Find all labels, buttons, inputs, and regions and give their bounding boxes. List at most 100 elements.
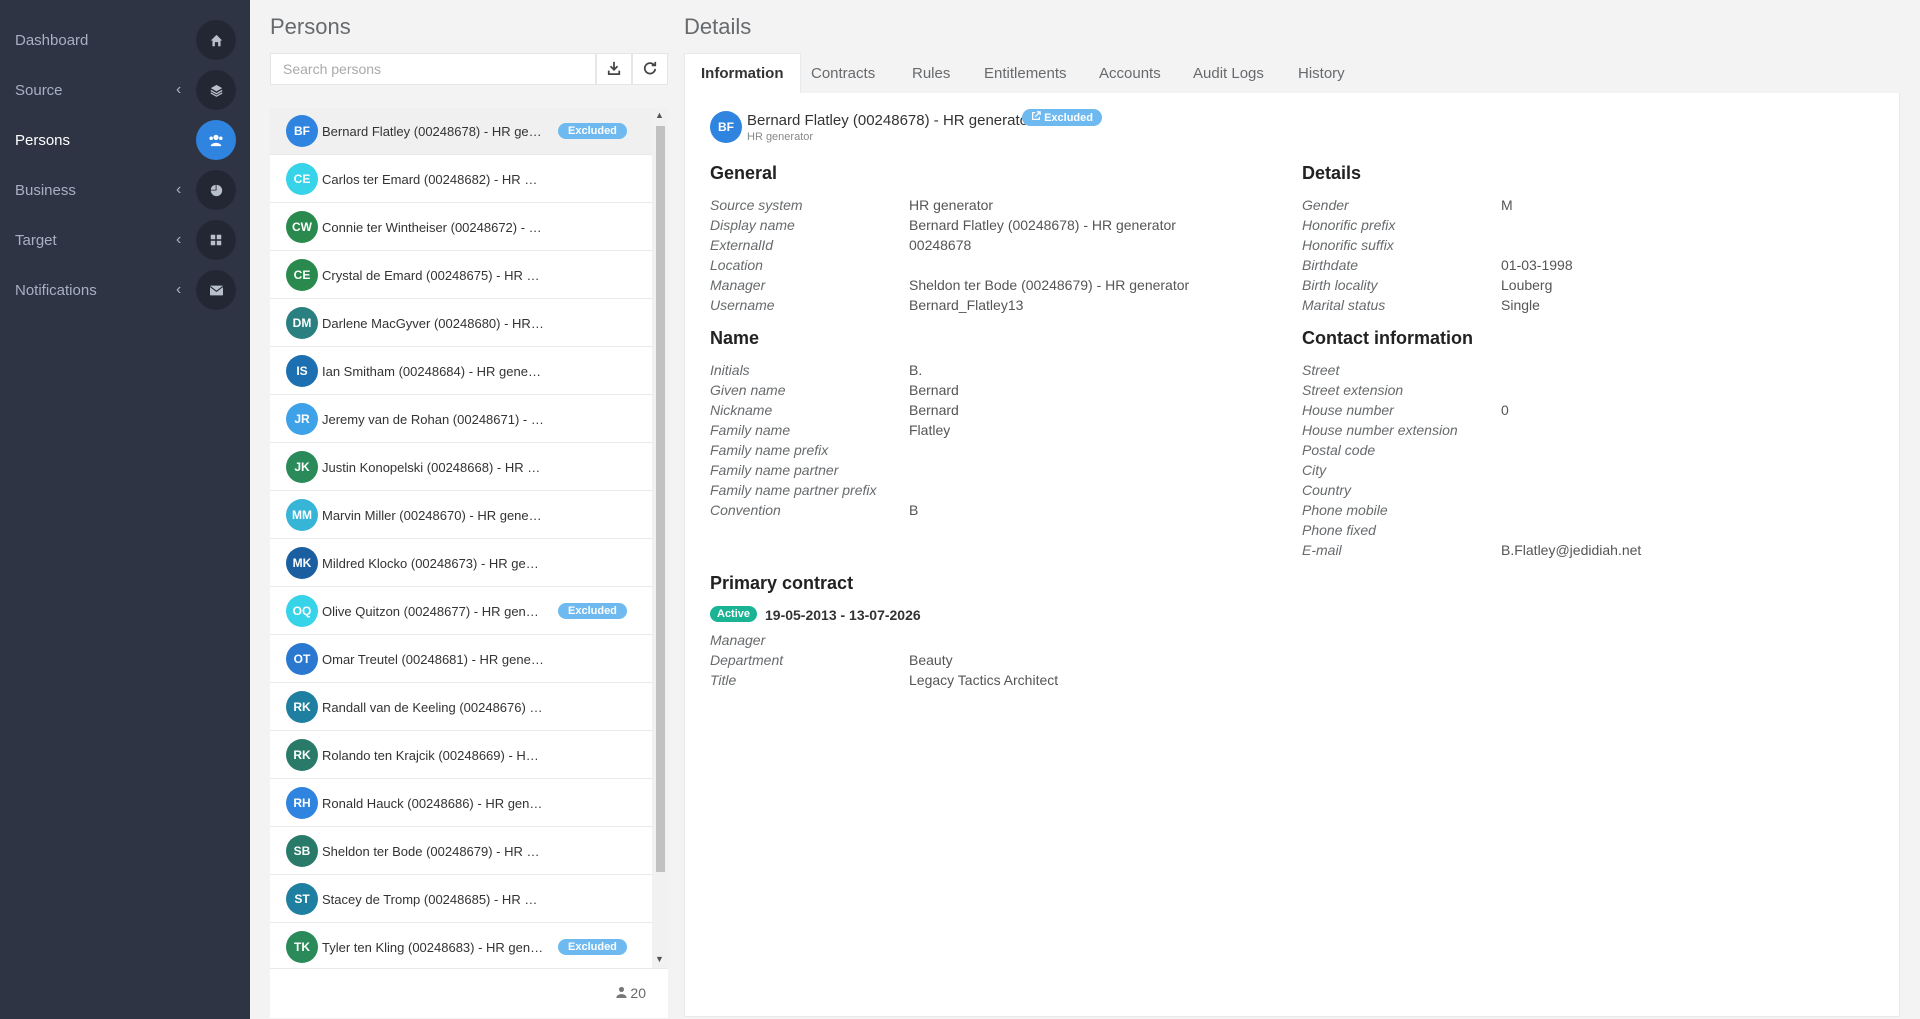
name-field-value: Bernard — [909, 402, 959, 418]
person-row[interactable]: CECrystal de Emard (00248675) - HR gener… — [270, 252, 652, 299]
person-row[interactable]: MM Marvin Miller (00248670) - HR generato… — [270, 492, 652, 539]
sidebar-item-notifications[interactable]: Notifications ‹ — [0, 265, 250, 315]
person-row[interactable]: IS Ian Smitham (00248684) - HR generator — [270, 348, 652, 395]
person-row[interactable]: MK Mildred Klocko (00248673) - HR generat… — [270, 540, 652, 587]
person-row[interactable]: RKRolando ten Krajcik (00248669) - HR ge… — [270, 732, 652, 779]
tab-rules[interactable]: Rules — [896, 53, 966, 94]
name-field-value: B. — [909, 362, 923, 378]
sidebar-item-business[interactable]: Business ‹ — [0, 165, 250, 215]
contract-dates: 19-05-2013 - 13-07-2026 — [765, 607, 921, 623]
person-name: Ian Smitham (00248684) - HR generator — [322, 363, 544, 379]
scroll-thumb[interactable] — [656, 126, 665, 872]
general-field-label: ExternalId — [710, 237, 774, 253]
name-field-label: Family name — [710, 422, 791, 438]
details-field-label: Honorific suffix — [1302, 237, 1394, 253]
person-name: Omar Treutel (00248681) - HR generator — [322, 651, 544, 667]
tab-contracts[interactable]: Contracts — [795, 53, 891, 94]
details-tabs: Information Contracts Rules Entitlements… — [684, 53, 1900, 95]
tab-history[interactable]: History — [1282, 53, 1361, 94]
avatar: OQ — [286, 595, 318, 627]
person-row[interactable]: JRJeremy van de Rohan (00248671) - HR ge… — [270, 396, 652, 443]
person-row[interactable]: TK Tyler ten Kling (00248683) - HR genera… — [270, 924, 652, 968]
contract-status-badge: Active — [710, 606, 758, 622]
person-name: Rolando ten Krajcik (00248669) - HR gene… — [322, 747, 544, 763]
avatar: ST — [286, 883, 318, 915]
avatar: CW — [286, 211, 318, 243]
avatar: DM — [286, 307, 318, 339]
person-row[interactable]: BFBernard Flatley (00248678) - HR genera… — [270, 108, 652, 155]
name-field-label: Nickname — [710, 402, 773, 418]
details-field-label: Marital status — [1302, 297, 1386, 313]
persons-list: BFBernard Flatley (00248678) - HR genera… — [270, 108, 652, 968]
scroll-down-arrow-icon[interactable]: ▼ — [655, 954, 664, 964]
details-field-value: 01-03-1998 — [1501, 257, 1573, 273]
avatar: JR — [286, 403, 318, 435]
general-field-value: 00248678 — [909, 237, 972, 253]
person-name: Crystal de Emard (00248675) - HR generat… — [322, 267, 544, 283]
tab-information[interactable]: Information — [684, 53, 801, 94]
chevron-left-icon: ‹ — [176, 281, 182, 298]
person-row[interactable]: DMDarlene MacGyver (00248680) - HR gener… — [270, 300, 652, 347]
refresh-icon — [643, 61, 657, 78]
contact-field-value: B.Flatley@jedidiah.net — [1501, 542, 1642, 558]
avatar: MK — [286, 547, 318, 579]
chevron-left-icon: ‹ — [176, 81, 182, 98]
tab-accounts[interactable]: Accounts — [1083, 53, 1177, 94]
name-field-value: Bernard — [909, 382, 959, 398]
section-contact-information: Contact information — [1302, 328, 1473, 348]
name-field-label: Convention — [710, 502, 781, 518]
person-name: Mildred Klocko (00248673) - HR generator — [322, 555, 544, 571]
person-name: Carlos ter Emard (00248682) - HR generat… — [322, 171, 544, 187]
person-row[interactable]: CWConnie ter Wintheiser (00248672) - HR … — [270, 204, 652, 251]
search-input[interactable] — [270, 53, 596, 85]
chevron-left-icon: ‹ — [176, 231, 182, 248]
scroll-up-arrow-icon[interactable]: ▲ — [655, 110, 664, 120]
download-button[interactable] — [596, 53, 632, 85]
avatar: CE — [286, 163, 318, 195]
general-field-value: HR generator — [909, 197, 994, 213]
person-row[interactable]: OT Omar Treutel (00248681) - HR generator — [270, 636, 652, 683]
avatar: IS — [286, 355, 318, 387]
avatar: MM — [286, 499, 318, 531]
tab-audit-logs[interactable]: Audit Logs — [1177, 53, 1280, 94]
download-icon — [607, 61, 621, 78]
sidebar-item-target[interactable]: Target ‹ — [0, 215, 250, 265]
person-source: HR generator — [747, 131, 814, 143]
grid-icon — [196, 220, 236, 260]
chevron-left-icon: ‹ — [176, 181, 182, 198]
avatar: BF — [286, 115, 318, 147]
person-row[interactable]: JKJustin Konopelski (00248668) - HR gene… — [270, 444, 652, 491]
section-details: Details — [1302, 163, 1362, 183]
scrollbar[interactable]: ▲ ▼ — [652, 108, 668, 968]
name-field-label: Family name prefix — [710, 442, 829, 458]
avatar: RH — [286, 787, 318, 819]
contract-field-label: Manager — [710, 632, 766, 648]
layers-icon — [196, 70, 236, 110]
contract-field-value: Legacy Tactics Architect — [909, 672, 1059, 688]
person-row[interactable]: SBSheldon ter Bode (00248679) - HR gener… — [270, 828, 652, 875]
person-row[interactable]: RH Ronald Hauck (00248686) - HR generator — [270, 780, 652, 827]
contact-field-label: Postal code — [1302, 442, 1376, 458]
avatar: RK — [286, 691, 318, 723]
details-field-label: Birthdate — [1302, 257, 1359, 273]
external-link-icon — [1032, 111, 1041, 120]
person-name: Justin Konopelski (00248668) - HR genera… — [322, 459, 544, 475]
tab-entitlements[interactable]: Entitlements — [968, 53, 1083, 94]
sidebar-item-source[interactable]: Source ‹ — [0, 65, 250, 115]
sidebar-item-dashboard[interactable]: Dashboard — [0, 15, 250, 65]
person-row[interactable]: STStacey de Tromp (00248685) - HR genera… — [270, 876, 652, 923]
person-row[interactable]: RKRandall van de Keeling (00248676) - HR… — [270, 684, 652, 731]
contract-field-label: Department — [710, 652, 784, 668]
person-row[interactable]: OQ Olive Quitzon (00248677) - HR generato… — [270, 588, 652, 635]
sidebar-item-label: Dashboard — [15, 31, 89, 49]
sidebar-item-label: Source — [15, 81, 63, 99]
sidebar-item-persons[interactable]: Persons — [0, 115, 250, 165]
person-name: Olive Quitzon (00248677) - HR generator — [322, 603, 544, 619]
persons-footer: 20 — [270, 968, 668, 1018]
excluded-badge[interactable]: Excluded — [1022, 109, 1102, 126]
person-name: Tyler ten Kling (00248683) - HR generato… — [322, 939, 544, 955]
person-name: Bernard Flatley (00248678) - HR generato… — [322, 123, 544, 139]
person-row[interactable]: CECarlos ter Emard (00248682) - HR gener… — [270, 156, 652, 203]
refresh-button[interactable] — [632, 53, 668, 85]
section-name: Name — [710, 328, 760, 348]
